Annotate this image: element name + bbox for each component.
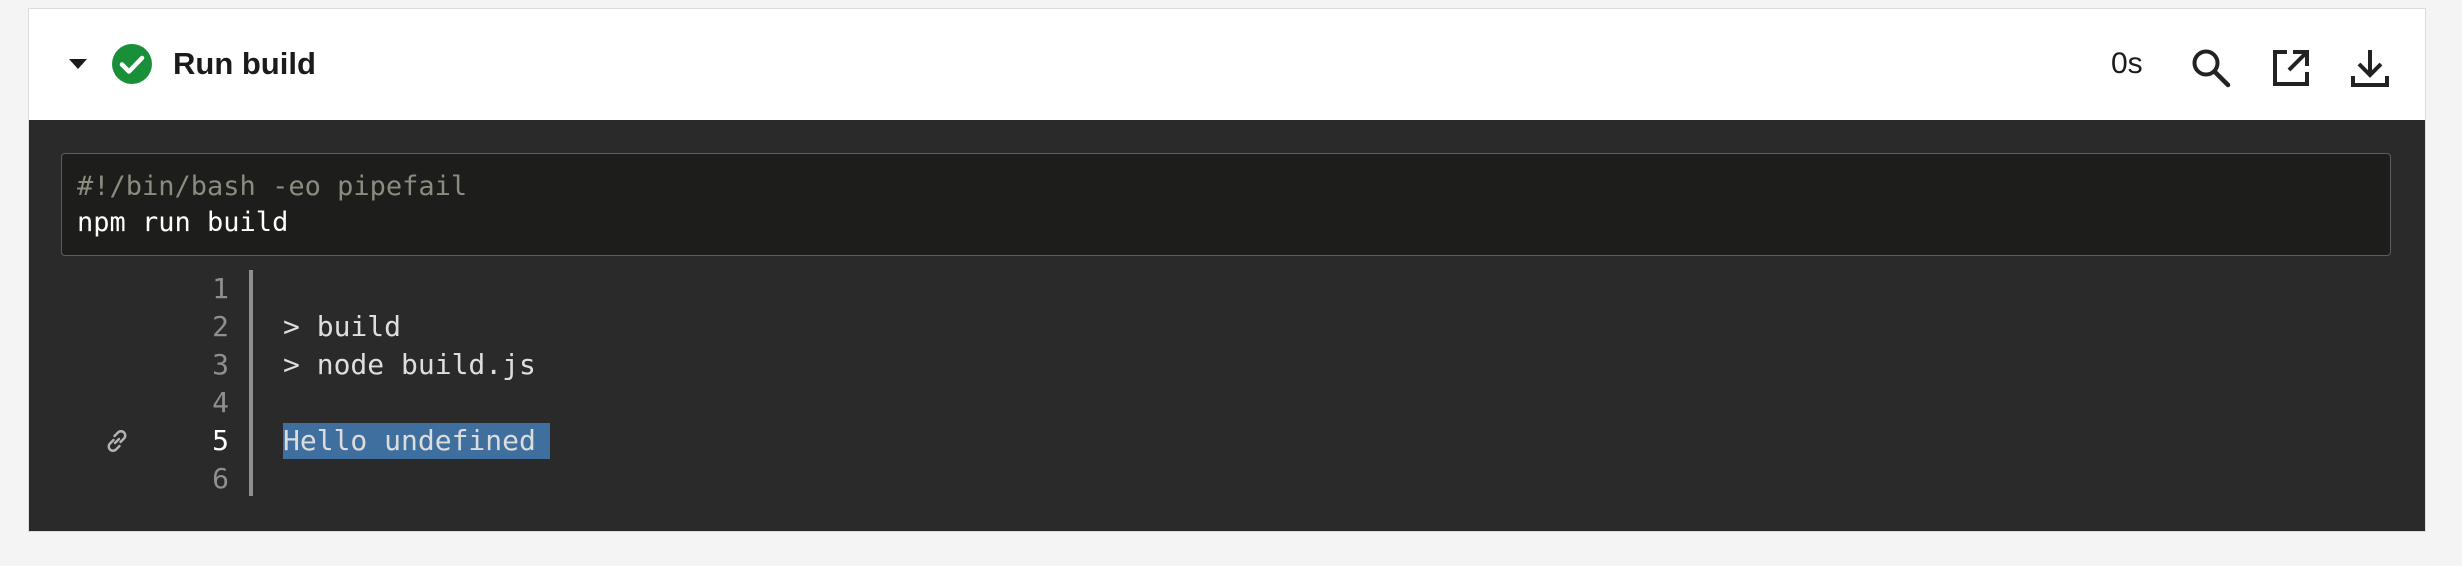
log-line: 2 > build bbox=[29, 308, 2425, 346]
step-title: Run build bbox=[173, 46, 316, 81]
log-line: 1 bbox=[29, 270, 2425, 308]
line-number[interactable]: 1 bbox=[159, 270, 229, 308]
step-header[interactable]: Run build 0s bbox=[29, 9, 2425, 120]
line-number[interactable]: 4 bbox=[159, 384, 229, 422]
open-external-icon[interactable] bbox=[2269, 46, 2313, 90]
line-number[interactable]: 2 bbox=[159, 308, 229, 346]
log-line-highlighted: 5 Hello undefined bbox=[29, 422, 2425, 460]
step-output: #!/bin/bash -eo pipefail npm run build 1… bbox=[29, 120, 2425, 531]
script-command: npm run build bbox=[77, 207, 289, 238]
build-step-panel: Run build 0s #!/bin/bash -eo pipefail np… bbox=[28, 8, 2426, 532]
search-icon[interactable] bbox=[2189, 46, 2233, 90]
log-line: 3 > node build.js bbox=[29, 346, 2425, 384]
script-shebang: #!/bin/bash -eo pipefail bbox=[77, 171, 468, 202]
line-text: > build bbox=[283, 310, 402, 343]
caret-down-icon[interactable] bbox=[65, 51, 91, 77]
log-line: 4 bbox=[29, 384, 2425, 422]
script-block: #!/bin/bash -eo pipefail npm run build bbox=[61, 153, 2391, 256]
line-text-highlighted: Hello undefined bbox=[283, 423, 550, 459]
line-number[interactable]: 6 bbox=[159, 460, 229, 498]
log-line: 6 bbox=[29, 460, 2425, 498]
line-number[interactable]: 3 bbox=[159, 346, 229, 384]
check-circle-icon bbox=[111, 43, 153, 85]
download-icon[interactable] bbox=[2348, 46, 2392, 90]
log-output: 1 2 > build 3 > node build.js 4 5 Hello … bbox=[29, 270, 2425, 500]
step-duration: 0s bbox=[2111, 47, 2143, 80]
line-number-active[interactable]: 5 bbox=[159, 422, 229, 460]
line-text: > node build.js bbox=[283, 348, 536, 381]
link-icon[interactable] bbox=[103, 427, 131, 455]
